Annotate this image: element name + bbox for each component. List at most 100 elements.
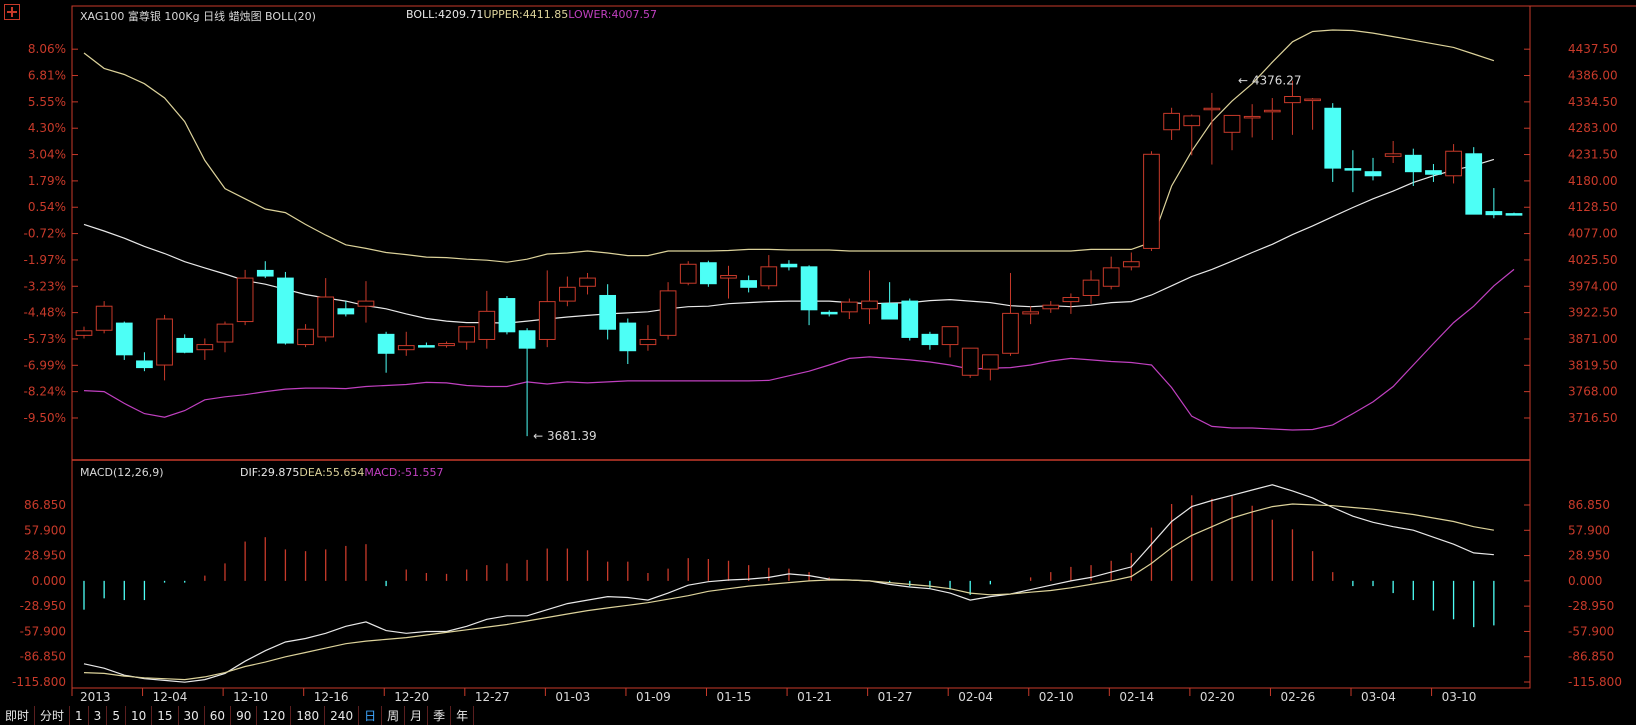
period-tab[interactable]: 日 bbox=[359, 706, 383, 725]
candle-body bbox=[1465, 153, 1483, 215]
candle-body bbox=[679, 263, 697, 284]
candle-body bbox=[176, 337, 194, 353]
candle-body bbox=[418, 345, 435, 348]
candle-body bbox=[1505, 213, 1523, 216]
macd-tick-label-left: -86.850 bbox=[20, 650, 66, 664]
period-tab[interactable]: 90 bbox=[231, 706, 258, 725]
price-tick-label: 3768.00 bbox=[1568, 385, 1618, 399]
price-tick-label: 3922.50 bbox=[1568, 306, 1618, 320]
candle-body bbox=[478, 310, 496, 340]
candle-body bbox=[317, 296, 335, 338]
candle-body bbox=[941, 326, 959, 346]
candle-body bbox=[115, 322, 133, 356]
percent-tick-label: -3.23% bbox=[24, 279, 66, 293]
period-tab[interactable]: 10 bbox=[126, 706, 153, 725]
x-tick-label: 02-04 bbox=[958, 690, 993, 704]
candle-body bbox=[1183, 115, 1201, 127]
candle-body bbox=[397, 345, 415, 351]
candle-body bbox=[840, 301, 858, 313]
candle-body bbox=[760, 266, 778, 287]
x-tick-label: 12-10 bbox=[233, 690, 268, 704]
candle-body bbox=[1102, 267, 1120, 287]
candle-body bbox=[1384, 153, 1402, 157]
percent-tick-label: -6.99% bbox=[24, 358, 66, 372]
candle-body bbox=[1203, 107, 1221, 111]
candle-body bbox=[1304, 98, 1321, 102]
candle-body bbox=[579, 277, 596, 287]
candle-body bbox=[458, 326, 476, 343]
period-tab[interactable]: 分时 bbox=[35, 706, 71, 725]
period-tab[interactable]: 季 bbox=[428, 706, 452, 725]
candle-body bbox=[1163, 112, 1180, 131]
macd-tick-label-right: 0.000 bbox=[1568, 574, 1602, 588]
period-tab[interactable]: 即时 bbox=[0, 706, 36, 725]
period-tab[interactable]: 年 bbox=[451, 706, 475, 725]
candle-body bbox=[921, 333, 939, 346]
candle-body bbox=[1263, 109, 1281, 113]
candle-body bbox=[156, 318, 173, 366]
period-tab[interactable]: 30 bbox=[179, 706, 205, 725]
candle-body bbox=[498, 298, 516, 333]
period-tab[interactable]: 60 bbox=[205, 706, 232, 725]
period-tab[interactable]: 1 bbox=[70, 706, 89, 725]
candle-body bbox=[1364, 171, 1382, 177]
price-tick-label: 4386.00 bbox=[1568, 69, 1618, 83]
period-tab[interactable]: 3 bbox=[89, 706, 108, 725]
percent-tick-label: 6.81% bbox=[28, 69, 66, 83]
percent-tick-label: 3.04% bbox=[28, 148, 66, 162]
percent-tick-label: 1.79% bbox=[28, 174, 66, 188]
macd-tick-label-right: 57.900 bbox=[1568, 523, 1610, 537]
period-tab[interactable]: 周 bbox=[382, 706, 406, 725]
candle-body bbox=[559, 286, 576, 302]
period-tab[interactable]: 180 bbox=[291, 706, 326, 725]
candle-body bbox=[901, 300, 919, 338]
chart-canvas[interactable]: 4437.50 8.06% 4386.00 6.81% 4334.50 5.55% 4283… bbox=[0, 0, 1636, 706]
price-tick-label: 4231.50 bbox=[1568, 148, 1618, 162]
percent-tick-label: 4.30% bbox=[28, 121, 66, 135]
candle-body bbox=[1223, 114, 1241, 133]
x-tick-label: 12-04 bbox=[153, 690, 188, 704]
dif-line bbox=[83, 484, 1494, 683]
candle-body bbox=[196, 344, 214, 351]
x-tick-label: 03-04 bbox=[1361, 690, 1396, 704]
price-tick-label: 4077.00 bbox=[1568, 227, 1618, 241]
period-tab[interactable]: 15 bbox=[152, 706, 179, 725]
x-tick-label: 01-27 bbox=[878, 690, 913, 704]
price-tick-label: 3871.00 bbox=[1568, 332, 1618, 346]
candle-body bbox=[538, 301, 556, 340]
candle-body bbox=[639, 338, 657, 346]
percent-tick-label: -9.50% bbox=[24, 411, 66, 425]
candle-body bbox=[236, 277, 254, 323]
period-tab[interactable]: 240 bbox=[325, 706, 360, 725]
price-tick-label: 4128.50 bbox=[1568, 200, 1618, 214]
chart-frame bbox=[71, 5, 1531, 689]
percent-tick-label: -4.48% bbox=[24, 306, 66, 320]
candle-body bbox=[981, 354, 999, 370]
macd-tick-label-right: -57.900 bbox=[1568, 624, 1614, 638]
price-tick-label: 3974.00 bbox=[1568, 279, 1618, 293]
x-tick-label: 01-21 bbox=[797, 690, 832, 704]
macd-tick-label-left: 86.850 bbox=[24, 498, 66, 512]
candle-body bbox=[861, 300, 878, 310]
price-tick-label: 4334.50 bbox=[1568, 95, 1618, 109]
macd-tick-label-left: 0.000 bbox=[32, 574, 66, 588]
candle-body bbox=[599, 294, 617, 330]
candle-body bbox=[357, 300, 375, 307]
candle-body bbox=[1042, 304, 1060, 310]
x-tick-label: 02-10 bbox=[1039, 690, 1074, 704]
candle-body bbox=[740, 280, 758, 288]
candle-body bbox=[1445, 150, 1462, 177]
macd-tick-label-left: -115.800 bbox=[12, 675, 66, 689]
candle-body bbox=[1425, 170, 1442, 175]
macd-tick-label-right: -28.950 bbox=[1568, 599, 1614, 613]
x-tick-label: 2013 bbox=[80, 690, 111, 704]
candle-body bbox=[1082, 279, 1100, 296]
candle-body bbox=[720, 275, 737, 279]
price-tick-label: 3716.50 bbox=[1568, 411, 1618, 425]
period-tab[interactable]: 5 bbox=[107, 706, 126, 725]
candle-body bbox=[820, 311, 838, 315]
period-tab[interactable]: 120 bbox=[257, 706, 292, 725]
x-tick-label: 01-15 bbox=[717, 690, 752, 704]
macd-tick-label-right: -115.800 bbox=[1568, 675, 1622, 689]
period-tab[interactable]: 月 bbox=[405, 706, 429, 725]
